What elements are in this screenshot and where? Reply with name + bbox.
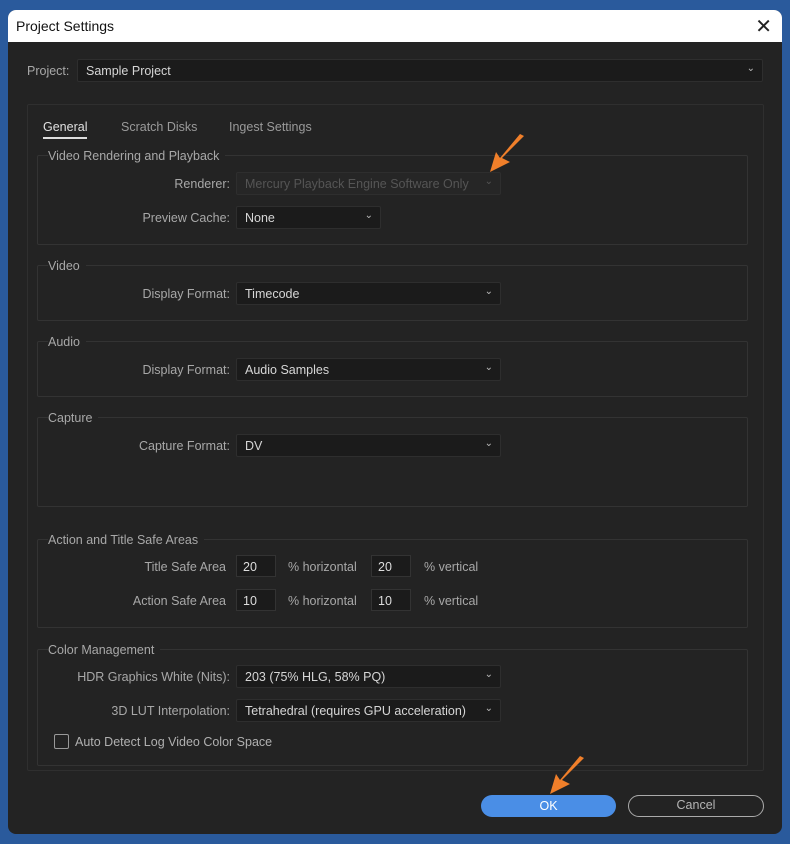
chevron-down-icon: ⌄ [484,669,493,680]
group-video-rendering [37,155,748,245]
annotation-arrow-icon [490,134,524,172]
project-label: Project: [27,64,70,78]
project-value: Sample Project [86,64,171,78]
horizontal-label: % horizontal [288,560,357,574]
chevron-down-icon: ⌄ [484,286,493,297]
tab-general[interactable]: General [43,120,88,139]
audio-display-format-dropdown[interactable]: Audio Samples ⌄ [236,358,501,381]
capture-format-label: Capture Format: [138,439,230,453]
preview-cache-label: Preview Cache: [142,211,230,225]
lut-interpolation-value: Tetrahedral (requires GPU acceleration) [245,704,466,718]
action-safe-horizontal-input[interactable]: 10 [236,589,276,611]
tab-ingest-settings[interactable]: Ingest Settings [229,120,312,134]
lut-interpolation-dropdown[interactable]: Tetrahedral (requires GPU acceleration) ⌄ [236,699,501,722]
video-display-format-value: Timecode [245,287,300,301]
group-title: Color Management [48,643,161,657]
hdr-white-value: 203 (75% HLG, 58% PQ) [245,670,386,684]
preview-cache-value: None [245,211,275,225]
chevron-down-icon: ⌄ [484,703,493,714]
title-safe-horizontal-input[interactable]: 20 [236,555,276,577]
project-settings-dialog: Project Settings ✕ Project: Sample Proje… [8,10,782,834]
chevron-down-icon: ⌄ [746,63,755,74]
video-display-format-dropdown[interactable]: Timecode ⌄ [236,282,501,305]
tab-scratch-disks[interactable]: Scratch Disks [121,120,197,134]
vertical-label: % vertical [424,594,479,608]
vertical-label: % vertical [424,560,479,574]
audio-display-format-value: Audio Samples [245,363,330,377]
project-dropdown[interactable]: Sample Project ⌄ [77,59,763,82]
hdr-white-label: HDR Graphics White (Nits): [77,670,230,684]
chevron-down-icon: ⌄ [484,438,493,449]
horizontal-label: % horizontal [288,594,357,608]
group-safe-areas [37,539,748,628]
title-safe-vertical-input[interactable]: 20 [371,555,411,577]
renderer-dropdown[interactable]: Mercury Playback Engine Software Only ⌄ [236,172,501,195]
capture-format-dropdown[interactable]: DV ⌄ [236,434,501,457]
auto-detect-label: Auto Detect Log Video Color Space [75,735,273,749]
title-bar: Project Settings ✕ [8,10,782,42]
chevron-down-icon: ⌄ [484,362,493,373]
renderer-value: Mercury Playback Engine Software Only [245,177,469,191]
auto-detect-checkbox[interactable] [54,734,69,749]
close-icon[interactable]: ✕ [755,14,772,39]
action-safe-label: Action Safe Area [132,594,226,608]
chevron-down-icon: ⌄ [364,210,373,221]
group-title: Capture [48,411,99,425]
action-safe-vertical-input[interactable]: 10 [371,589,411,611]
cancel-button[interactable]: Cancel [628,795,764,817]
renderer-label: Renderer: [174,177,230,191]
title-safe-label: Title Safe Area [144,560,226,574]
group-title: Audio [48,335,86,349]
group-title: Action and Title Safe Areas [48,533,205,547]
preview-cache-dropdown[interactable]: None ⌄ [236,206,381,229]
lut-interpolation-label: 3D LUT Interpolation: [111,704,230,718]
group-title: Video Rendering and Playback [48,149,226,163]
capture-format-value: DV [245,439,263,453]
video-display-format-label: Display Format: [142,287,230,301]
group-title: Video [48,259,86,273]
group-capture [37,417,748,507]
hdr-white-dropdown[interactable]: 203 (75% HLG, 58% PQ) ⌄ [236,665,501,688]
dialog-title: Project Settings [16,18,115,34]
audio-display-format-label: Display Format: [142,363,230,377]
annotation-arrow-icon [550,756,584,794]
